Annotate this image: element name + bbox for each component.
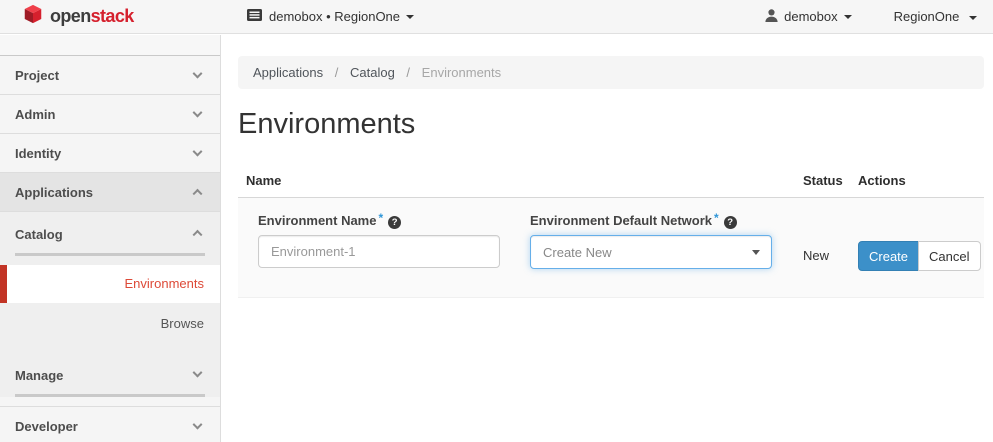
top-header-bar: openstack demobox • RegionOne demobox (0, 0, 993, 34)
sidebar-item-developer[interactable]: Developer (0, 406, 220, 442)
project-list-icon (247, 9, 269, 24)
chevron-down-icon (193, 419, 203, 429)
create-button[interactable]: Create (858, 241, 919, 271)
sidebar-item-admin[interactable]: Admin (0, 95, 220, 134)
region-menu-label: RegionOne (894, 9, 960, 24)
environment-name-label: Environment Name*? (258, 211, 500, 229)
chevron-down-icon (193, 147, 203, 157)
status-value: New (803, 248, 829, 263)
help-question-icon[interactable]: ? (388, 216, 401, 229)
project-switcher-label: demobox • RegionOne (269, 9, 400, 24)
environments-table: Name Status Actions Environment Name*? E… (238, 166, 984, 298)
breadcrumb-current: Environments (422, 65, 501, 80)
sidebar-item-label: Identity (15, 146, 61, 161)
sidebar-item-applications[interactable]: Applications (0, 173, 220, 212)
status-cell: New (803, 211, 858, 271)
brand-stack-text: stack (91, 6, 134, 26)
sidebar-item-label: Catalog (15, 227, 63, 242)
caret-down-icon (844, 15, 852, 19)
label-text: Environment Name (258, 213, 376, 228)
environment-name-field-group: Environment Name*? (258, 211, 500, 271)
catalog-divider (15, 253, 205, 256)
actions-cell: CreateCancel (858, 211, 984, 271)
sidebar-item-identity[interactable]: Identity (0, 134, 220, 173)
sidebar-item-label: Environments (125, 276, 204, 291)
sidebar-item-manage[interactable]: Manage (0, 353, 220, 394)
sidebar-nav: Project Admin Identity Applications Cata… (0, 35, 221, 442)
chevron-down-icon (193, 367, 203, 377)
column-header-status: Status (803, 173, 858, 188)
user-menu-label: demobox (784, 9, 837, 24)
openstack-logo[interactable]: openstack (0, 3, 221, 30)
sidebar-item-label: Project (15, 68, 59, 83)
page-title: Environments (238, 108, 993, 141)
brand-open-text: open (50, 6, 91, 26)
sidebar-item-label: Browse (161, 316, 204, 331)
caret-down-icon (406, 15, 414, 19)
breadcrumb-separator: / (335, 65, 339, 80)
breadcrumb-catalog[interactable]: Catalog (350, 65, 395, 80)
chevron-down-icon (193, 69, 203, 79)
caret-down-icon (969, 16, 977, 20)
manage-divider (15, 394, 205, 397)
main-content: Applications / Catalog / Environments En… (221, 35, 993, 442)
header-right-menus: demobox RegionOne (765, 9, 993, 25)
sidebar-top-stub (0, 35, 220, 56)
new-environment-row: Environment Name*? Environment Default N… (238, 198, 984, 298)
column-header-name: Name (238, 173, 803, 188)
name-cell: Environment Name*? Environment Default N… (238, 211, 803, 271)
sidebar-item-label: Manage (15, 368, 63, 383)
sidebar-item-environments[interactable]: Environments (0, 265, 220, 303)
chevron-down-icon (193, 108, 203, 118)
sidebar-item-label: Admin (15, 107, 55, 122)
default-network-select-wrap: Create New (530, 235, 772, 269)
breadcrumb-separator: / (406, 65, 410, 80)
sidebar-item-label: Applications (15, 185, 93, 200)
cancel-button[interactable]: Cancel (918, 241, 980, 271)
breadcrumb-applications[interactable]: Applications (253, 65, 323, 80)
user-icon (765, 9, 784, 25)
help-question-icon[interactable]: ? (724, 216, 737, 229)
label-text: Environment Default Network (530, 213, 712, 228)
sidebar-item-label: Developer (15, 419, 78, 434)
default-network-select[interactable]: Create New (530, 235, 772, 269)
sidebar-item-browse[interactable]: Browse (0, 303, 220, 345)
project-region-switcher[interactable]: demobox • RegionOne (247, 9, 414, 24)
sidebar-item-project[interactable]: Project (0, 56, 220, 95)
column-header-actions: Actions (858, 173, 984, 188)
required-asterisk: * (378, 211, 383, 225)
required-asterisk: * (714, 211, 719, 225)
chevron-up-icon (193, 189, 203, 199)
user-menu[interactable]: demobox (765, 9, 851, 25)
sidebar-item-catalog[interactable]: Catalog (0, 212, 220, 253)
brand-wordmark: openstack (50, 6, 134, 27)
environment-name-input[interactable] (258, 235, 500, 268)
default-network-field-group: Environment Default Network*? Create New (530, 211, 772, 271)
table-header-row: Name Status Actions (238, 166, 984, 198)
breadcrumb: Applications / Catalog / Environments (238, 56, 984, 89)
applications-panel-group: Catalog Environments Browse Manage (0, 212, 220, 397)
chevron-up-icon (193, 229, 203, 239)
region-menu[interactable]: RegionOne (894, 9, 977, 24)
openstack-cube-icon (22, 3, 50, 30)
default-network-label: Environment Default Network*? (530, 211, 772, 229)
